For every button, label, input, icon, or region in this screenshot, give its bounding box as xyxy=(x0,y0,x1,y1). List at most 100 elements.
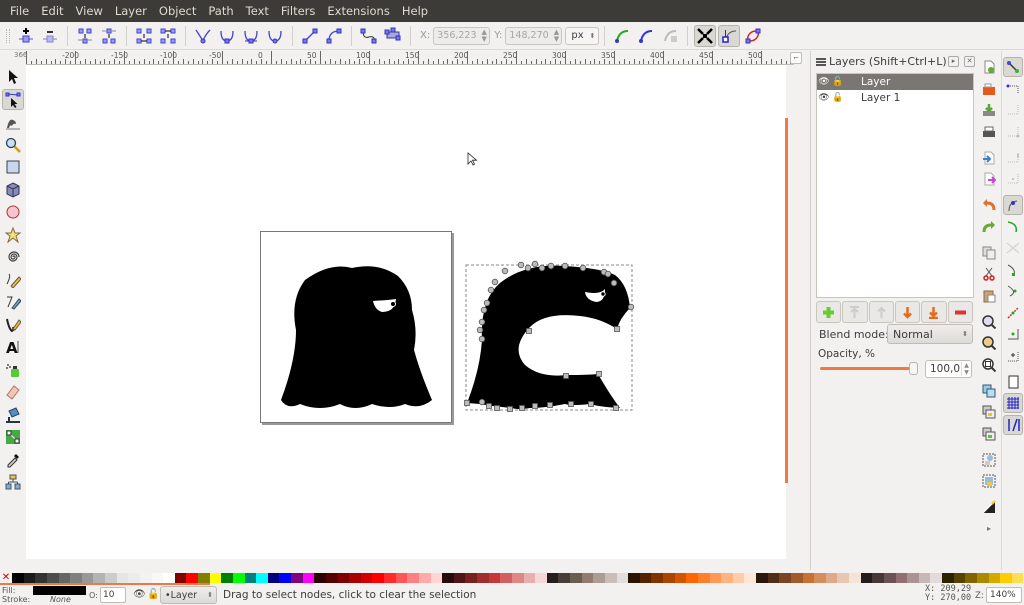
snap-cusp-nodes-toggle[interactable] xyxy=(1003,260,1023,280)
color-swatch[interactable] xyxy=(244,573,257,583)
tool-star[interactable] xyxy=(2,224,24,245)
color-swatch[interactable] xyxy=(930,573,942,583)
layer-visibility-icon[interactable]: 👁 xyxy=(133,589,146,600)
paste-button[interactable] xyxy=(979,286,999,306)
tool-paint-bucket[interactable] xyxy=(2,404,24,425)
color-swatch[interactable] xyxy=(477,573,489,583)
color-swatch[interactable] xyxy=(732,573,745,583)
color-swatch[interactable] xyxy=(465,573,477,583)
snap-bbox-center-toggle[interactable] xyxy=(1003,169,1023,189)
unlocked-icon[interactable]: 🔓 xyxy=(831,93,845,103)
horizontal-scrollbar[interactable] xyxy=(26,559,808,570)
open-button[interactable] xyxy=(979,79,999,99)
insert-node-button[interactable] xyxy=(15,25,37,47)
color-swatch[interactable] xyxy=(198,573,210,583)
spin-arrows-icon[interactable]: ▲ ▼ xyxy=(961,362,971,376)
auto-smooth-node-button[interactable] xyxy=(264,25,286,47)
clone-button[interactable] xyxy=(979,402,999,422)
raise-layer-to-top-button[interactable] xyxy=(842,301,868,323)
next-path-effect-button[interactable] xyxy=(611,25,633,47)
eye-icon[interactable]: 👁 xyxy=(817,77,831,87)
color-swatch[interactable] xyxy=(942,573,954,583)
zoom-spinbox[interactable]: 140% xyxy=(986,587,1022,603)
break-path-button[interactable] xyxy=(98,25,120,47)
color-swatch[interactable] xyxy=(523,573,536,583)
no-paint-swatch[interactable]: ✕ xyxy=(0,573,12,583)
color-swatch[interactable] xyxy=(814,573,826,583)
delete-segment-button[interactable] xyxy=(157,25,179,47)
color-swatch[interactable] xyxy=(581,573,594,583)
menu-layer[interactable]: Layer xyxy=(109,0,153,22)
snap-nodes-toggle[interactable] xyxy=(1003,195,1023,215)
opacity-slider[interactable] xyxy=(820,367,916,370)
snap-enable-toggle[interactable] xyxy=(1003,57,1023,77)
tool-calligraphy[interactable] xyxy=(2,314,24,335)
color-swatch[interactable] xyxy=(209,573,222,583)
color-swatch[interactable] xyxy=(418,573,431,583)
color-swatch[interactable] xyxy=(976,573,989,583)
segment-to-curve-button[interactable] xyxy=(323,25,345,47)
copy-button[interactable] xyxy=(979,243,999,263)
color-swatch[interactable] xyxy=(174,573,187,583)
snap-rotation-center-toggle[interactable] xyxy=(1003,346,1023,366)
tool-pencil[interactable] xyxy=(2,269,24,290)
color-swatch[interactable] xyxy=(604,573,617,583)
snap-bbox-midpoint-toggle[interactable] xyxy=(1003,148,1023,168)
color-swatch[interactable] xyxy=(570,573,582,583)
add-layer-button[interactable] xyxy=(816,301,842,323)
menu-object[interactable]: Object xyxy=(153,0,202,22)
spin-arrows-icon[interactable]: ▲ ▼ xyxy=(551,28,561,43)
color-swatch[interactable] xyxy=(593,573,605,583)
layer-row[interactable]: 👁 🔓 Layer 1 xyxy=(817,90,973,106)
vertical-scrollbar-thumb[interactable] xyxy=(785,118,788,483)
import-button[interactable] xyxy=(979,148,999,168)
color-swatch[interactable] xyxy=(1000,573,1012,583)
color-swatch[interactable] xyxy=(686,573,698,583)
stroke-indicator[interactable]: None xyxy=(50,595,71,604)
vertical-scrollbar[interactable] xyxy=(786,65,808,559)
dialog-close-button[interactable]: ✕ xyxy=(964,56,975,67)
color-swatch[interactable] xyxy=(35,573,47,583)
menu-text[interactable]: Text xyxy=(240,0,275,22)
ungroup-button[interactable] xyxy=(979,471,999,491)
color-swatch[interactable] xyxy=(291,573,303,583)
color-swatch[interactable] xyxy=(232,573,245,583)
horizontal-ruler[interactable]: -200 -150 -100 -50 0 50 100 150 200 250 300 350 400 4… xyxy=(26,51,794,65)
color-swatch[interactable] xyxy=(790,573,803,583)
tool-spiral[interactable] xyxy=(2,247,24,268)
color-swatch[interactable] xyxy=(349,573,361,583)
snap-smooth-nodes-toggle[interactable] xyxy=(1003,281,1023,301)
lower-layer-to-bottom-button[interactable] xyxy=(921,301,947,323)
fill-indicator[interactable] xyxy=(33,586,86,595)
menu-path[interactable]: Path xyxy=(202,0,239,22)
color-swatch[interactable] xyxy=(651,573,663,583)
menu-help[interactable]: Help xyxy=(396,0,434,22)
stroke-to-path-button[interactable] xyxy=(382,25,404,47)
undo-button[interactable] xyxy=(979,195,999,215)
color-swatch[interactable] xyxy=(116,573,129,583)
color-swatch[interactable] xyxy=(849,573,861,583)
tool-text[interactable]: A xyxy=(2,337,24,358)
color-swatch[interactable] xyxy=(674,573,687,583)
color-swatch[interactable] xyxy=(511,573,524,583)
color-swatch[interactable] xyxy=(500,573,512,583)
color-swatch[interactable] xyxy=(825,573,838,583)
color-swatch[interactable] xyxy=(430,573,443,583)
toolbar-grip[interactable] xyxy=(6,28,10,43)
tool-dropper[interactable] xyxy=(2,449,24,470)
color-swatch[interactable] xyxy=(802,573,815,583)
color-swatch[interactable] xyxy=(663,573,675,583)
color-swatch[interactable] xyxy=(128,573,140,583)
color-swatch[interactable] xyxy=(639,573,652,583)
color-swatch[interactable] xyxy=(628,573,640,583)
menu-file[interactable]: File xyxy=(4,0,35,22)
unlink-clone-button[interactable] xyxy=(979,424,999,444)
tool-pen[interactable] xyxy=(2,292,24,313)
show-path-outline-toggle[interactable] xyxy=(742,25,764,47)
segment-to-line-button[interactable] xyxy=(299,25,321,47)
layer-row[interactable]: 👁 🔓 Layer xyxy=(817,74,973,90)
show-handles-toggle[interactable] xyxy=(718,24,741,47)
color-swatch[interactable] xyxy=(302,573,315,583)
snap-path-intersection-toggle[interactable] xyxy=(1003,238,1023,258)
symmetric-node-button[interactable] xyxy=(240,25,262,47)
